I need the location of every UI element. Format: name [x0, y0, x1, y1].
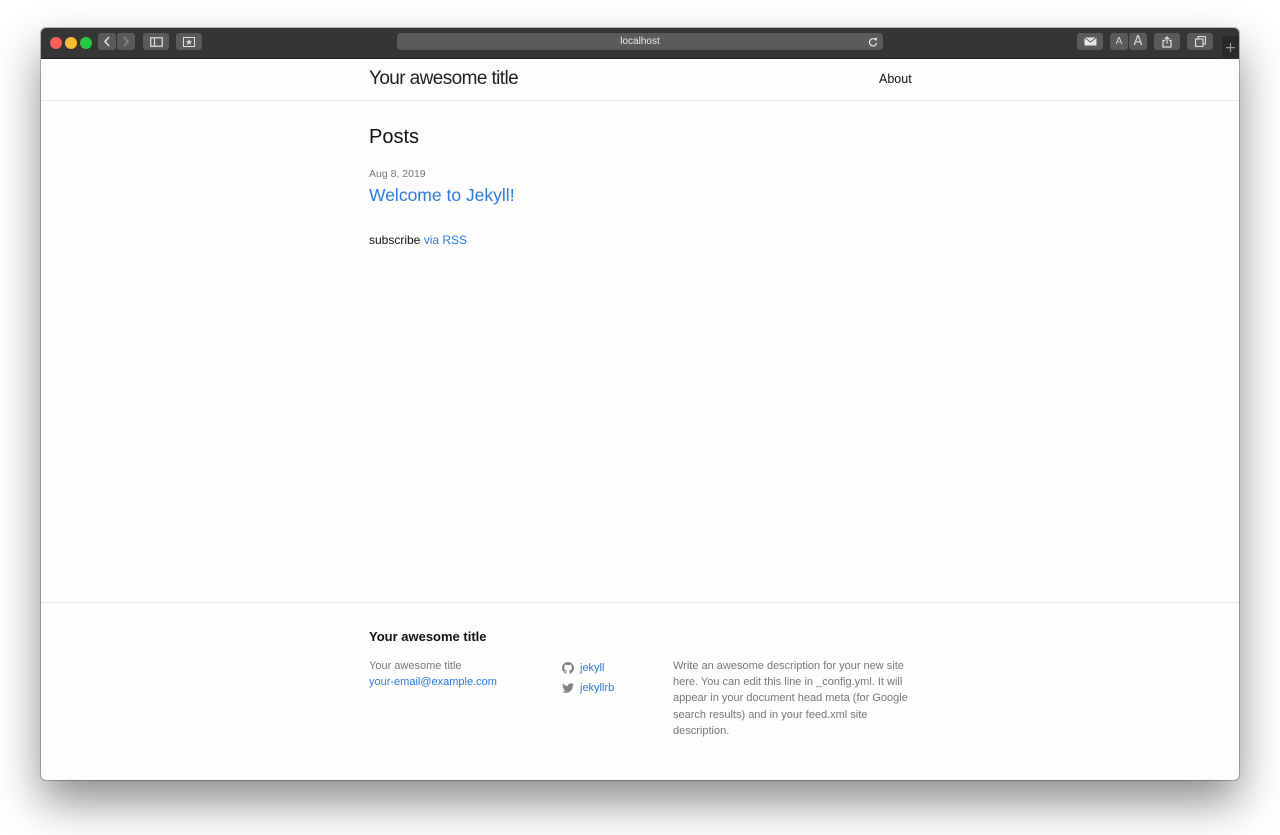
back-button[interactable]	[98, 33, 116, 50]
mail-icon	[1083, 37, 1097, 46]
tabs-overview-button[interactable]	[1187, 33, 1213, 50]
page-heading: Posts	[369, 126, 420, 148]
nav-link-about[interactable]: About	[879, 72, 912, 86]
text-larger-button[interactable]: A	[1129, 33, 1147, 50]
subscribe-line: subscribe via RSS	[369, 233, 467, 247]
github-link[interactable]: jekyll	[562, 658, 614, 678]
footer-social-links: jekyll jekyllrb	[562, 658, 614, 698]
twitter-username: jekyllrb	[580, 682, 615, 694]
browser-window: localhost A A + Your awesome title About…	[41, 28, 1239, 780]
reload-icon[interactable]	[866, 35, 879, 48]
sidebar-icon	[149, 36, 163, 47]
forward-button[interactable]	[117, 33, 135, 50]
footer-name: Your awesome title	[369, 660, 462, 672]
close-window-button[interactable]	[50, 37, 62, 49]
browser-toolbar: localhost A A +	[41, 28, 1239, 59]
address-bar[interactable]: localhost	[397, 33, 883, 50]
star-icon	[183, 36, 195, 47]
share-button[interactable]	[1154, 33, 1180, 50]
site-header: Your awesome title About	[41, 59, 1239, 101]
twitter-link[interactable]: jekyllrb	[562, 678, 614, 698]
twitter-icon	[562, 683, 574, 693]
post-date: Aug 8, 2019	[369, 168, 426, 180]
chevron-right-icon	[123, 36, 130, 47]
minimize-window-button[interactable]	[65, 37, 77, 49]
new-tab-button[interactable]: +	[1222, 36, 1239, 59]
post-title-link[interactable]: Welcome to Jekyll!	[369, 185, 515, 206]
share-icon	[1162, 35, 1172, 48]
url-text: localhost	[620, 36, 660, 47]
sidebar-toggle-button[interactable]	[143, 33, 169, 50]
text-smaller-button[interactable]: A	[1110, 33, 1128, 50]
mail-button[interactable]	[1077, 33, 1103, 50]
large-a-icon: A	[1133, 34, 1143, 49]
zoom-window-button[interactable]	[80, 37, 92, 49]
tabs-icon	[1194, 36, 1206, 47]
github-icon	[562, 662, 574, 674]
bookmarks-button[interactable]	[176, 33, 202, 50]
site-description: Write an awesome description for your ne…	[673, 660, 908, 737]
rss-link[interactable]: via RSS	[424, 233, 467, 247]
subscribe-label: subscribe	[369, 233, 421, 247]
site-footer: Your awesome title Your awesome title yo…	[41, 602, 1239, 780]
github-username: jekyll	[580, 662, 605, 674]
site-title-link[interactable]: Your awesome title	[369, 68, 519, 90]
chevron-left-icon	[103, 36, 110, 47]
footer-contact: Your awesome title your-email@example.co…	[369, 658, 497, 690]
footer-heading: Your awesome title	[369, 629, 487, 644]
footer-email-link[interactable]: your-email@example.com	[369, 674, 497, 690]
small-a-icon: A	[1115, 36, 1123, 47]
plus-icon: +	[1224, 39, 1237, 56]
